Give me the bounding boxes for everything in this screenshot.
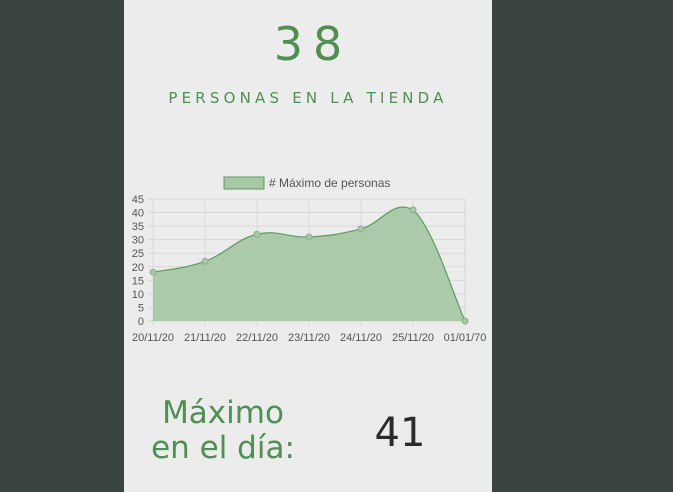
x-tick-label: 22/11/20 [236,332,278,344]
y-tick-label: 10 [132,289,144,301]
y-tick-label: 20 [132,262,144,274]
x-tick-label: 20/11/20 [132,332,174,344]
x-tick-label: 21/11/20 [184,332,226,344]
y-tick-label: 40 [132,208,144,220]
y-tick-label: 45 [132,194,144,206]
data-point [357,225,365,233]
y-tick-label: 35 [132,221,144,233]
data-point [305,233,313,241]
data-point [149,268,157,276]
x-tick-label: 25/11/20 [392,332,434,344]
x-tick-label: 23/11/20 [288,332,330,344]
y-tick-label: 0 [138,316,144,328]
data-point [409,206,417,214]
legend-swatch [223,176,265,190]
data-point [253,230,261,238]
occupancy-chart: 0 510 1520 2530 3540 45 20/11/20 21/11/20 22/11/… [132,176,487,344]
data-point [201,257,209,265]
y-tick-label: 5 [138,302,144,314]
y-tick-label: 30 [132,235,144,247]
y-tick-label: 25 [132,248,144,260]
x-tick-label: 24/11/20 [340,332,382,344]
data-point [461,317,469,325]
legend-label: # Máximo de personas [269,176,390,190]
y-tick-label: 15 [132,275,144,287]
x-tick-label: 01/01/70 [444,332,487,344]
